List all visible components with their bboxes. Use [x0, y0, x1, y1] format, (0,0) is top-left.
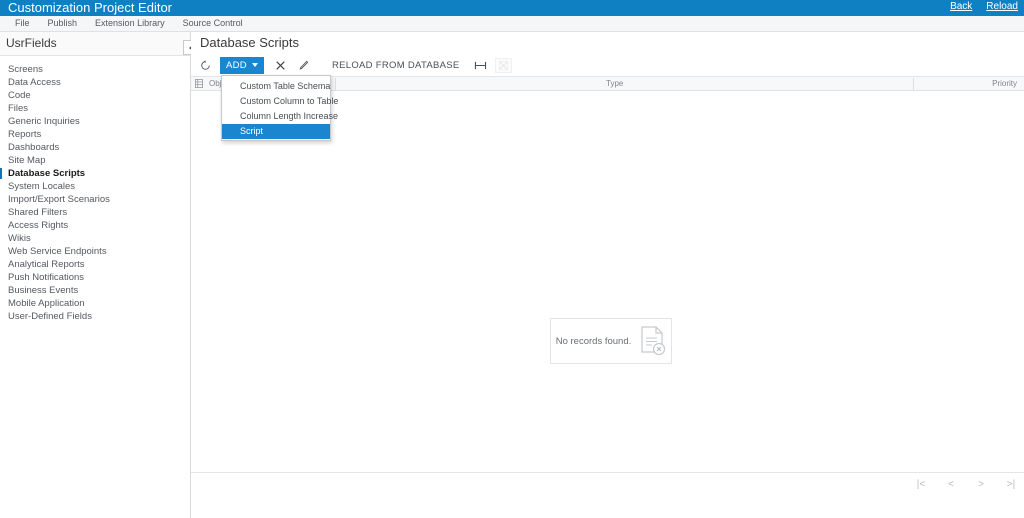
sidebar-list: Screens Data Access Code Files Generic I… — [0, 56, 190, 323]
project-name: UsrFields — [6, 36, 57, 50]
sidebar-item-system-locales[interactable]: System Locales — [0, 180, 190, 193]
window-titlebar: Customization Project Editor Back Reload — [0, 0, 1024, 16]
expand-button[interactable] — [494, 57, 512, 73]
sidebar-item-user-defined-fields[interactable]: User-Defined Fields — [0, 310, 190, 323]
fit-width-button[interactable] — [472, 57, 489, 74]
menu-item-extension-library[interactable]: Extension Library — [86, 16, 174, 31]
column-header-type[interactable]: Type — [606, 77, 906, 90]
sidebar-header: UsrFields — [0, 32, 190, 56]
sidebar-item-reports[interactable]: Reports — [0, 128, 190, 141]
sidebar-item-business-events[interactable]: Business Events — [0, 284, 190, 297]
sidebar-item-code[interactable]: Code — [0, 89, 190, 102]
grid-footer: |< < > >| — [191, 472, 1024, 495]
pagination-previous-button[interactable]: < — [944, 477, 958, 491]
sidebar-item-shared-filters[interactable]: Shared Filters — [0, 206, 190, 219]
sidebar-item-access-rights[interactable]: Access Rights — [0, 219, 190, 232]
sidebar-item-dashboards[interactable]: Dashboards — [0, 141, 190, 154]
reload-from-database-button[interactable]: RELOAD FROM DATABASE — [324, 57, 468, 74]
refresh-icon — [200, 59, 211, 71]
chevron-down-icon — [251, 63, 258, 67]
fit-width-icon — [474, 60, 487, 71]
page-title: Database Scripts — [200, 35, 299, 50]
window-links: Back Reload — [950, 1, 1018, 13]
add-menu-item-script[interactable]: Script — [222, 124, 330, 139]
menu-item-publish[interactable]: Publish — [39, 16, 87, 31]
sidebar-item-site-map[interactable]: Site Map — [0, 154, 190, 167]
sidebar-item-data-access[interactable]: Data Access — [0, 76, 190, 89]
sidebar: UsrFields Screens Data Access Code Files… — [0, 32, 191, 518]
edit-button[interactable] — [295, 57, 312, 74]
menu-item-file[interactable]: File — [6, 16, 39, 31]
page-header: Database Scripts — [191, 32, 1024, 54]
grid-body: No records found. — [191, 91, 1024, 495]
sidebar-item-analytical-reports[interactable]: Analytical Reports — [0, 258, 190, 271]
add-menu-item-custom-table-schema[interactable]: Custom Table Schema — [222, 79, 330, 94]
sidebar-item-mobile-application[interactable]: Mobile Application — [0, 297, 190, 310]
add-button-label: ADD — [226, 59, 247, 71]
menu-item-source-control[interactable]: Source Control — [174, 16, 252, 31]
window-title: Customization Project Editor — [8, 0, 173, 15]
sidebar-item-web-service-endpoints[interactable]: Web Service Endpoints — [0, 245, 190, 258]
add-button[interactable]: ADD — [220, 56, 264, 74]
sidebar-item-wikis[interactable]: Wikis — [0, 232, 190, 245]
column-divider-2[interactable] — [913, 78, 914, 90]
add-dropdown-menu: Custom Table Schema Custom Column to Tab… — [221, 75, 338, 141]
sidebar-item-import-export-scenarios[interactable]: Import/Export Scenarios — [0, 193, 190, 206]
grid-settings-icon[interactable] — [195, 79, 203, 88]
pencil-icon — [298, 60, 309, 71]
app-root: Customization Project Editor Back Reload… — [0, 0, 1024, 518]
sidebar-item-generic-inquiries[interactable]: Generic Inquiries — [0, 115, 190, 128]
add-menu-item-custom-column-to-table[interactable]: Custom Column to Table — [222, 94, 338, 109]
expand-icon — [498, 60, 508, 70]
back-link[interactable]: Back — [950, 1, 972, 13]
empty-state: No records found. — [550, 318, 672, 364]
add-menu-item-column-length-increase[interactable]: Column Length Increase — [222, 109, 338, 124]
delete-button[interactable] — [272, 57, 289, 74]
sidebar-item-push-notifications[interactable]: Push Notifications — [0, 271, 190, 284]
pagination-last-button[interactable]: >| — [1004, 477, 1018, 491]
empty-state-message: No records found. — [555, 335, 632, 347]
column-header-blank[interactable] — [339, 77, 599, 90]
menu-bar: File Publish Extension Library Source Co… — [0, 16, 1024, 32]
toolbar: ADD RELOAD FROM DATABASE — [191, 54, 1024, 77]
column-divider-1[interactable] — [335, 78, 336, 90]
sidebar-item-files[interactable]: Files — [0, 102, 190, 115]
refresh-button[interactable] — [197, 57, 214, 74]
sidebar-item-screens[interactable]: Screens — [0, 63, 190, 76]
pagination-first-button[interactable]: |< — [914, 477, 928, 491]
close-x-icon — [275, 60, 286, 71]
sidebar-item-database-scripts[interactable]: Database Scripts — [0, 167, 190, 180]
reload-link[interactable]: Reload — [986, 1, 1018, 13]
pagination-next-button[interactable]: > — [974, 477, 988, 491]
column-header-priority[interactable]: Priority — [917, 77, 1017, 90]
document-missing-icon — [640, 326, 666, 356]
